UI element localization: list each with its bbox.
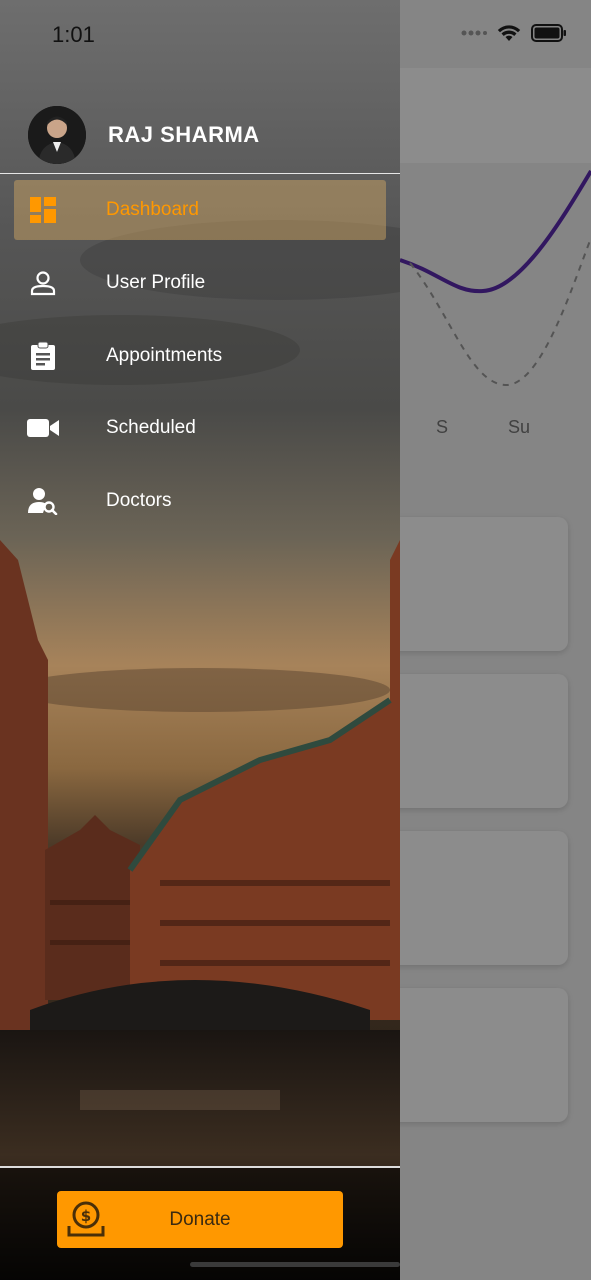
profile-name: RAJ SHARMA <box>108 122 260 147</box>
divider <box>0 173 400 174</box>
dashboard-icon <box>14 196 72 224</box>
status-icons <box>461 24 567 42</box>
menu-item-label: User Profile <box>106 272 206 293</box>
donate-label: Donate <box>169 1208 231 1230</box>
battery-icon <box>531 24 566 42</box>
menu-item-doctors[interactable]: Doctors <box>14 471 386 531</box>
user-search-icon <box>14 487 72 515</box>
menu-item-label: Scheduled <box>106 417 196 438</box>
menu-item-label: Appointments <box>106 345 223 366</box>
profile-header[interactable]: RAJ SHARMA <box>28 106 260 164</box>
video-camera-icon <box>14 417 72 439</box>
donate-button[interactable]: $ Donate <box>57 1191 343 1248</box>
menu-item-label: Doctors <box>106 490 172 511</box>
menu-item-label: Dashboard <box>106 199 199 220</box>
menu-item-scheduled[interactable]: Scheduled <box>14 398 386 458</box>
user-icon <box>14 270 72 296</box>
clipboard-icon <box>14 341 72 371</box>
avatar[interactable] <box>28 106 86 164</box>
home-indicator[interactable] <box>190 1262 400 1267</box>
wifi-icon <box>497 25 521 41</box>
menu-item-appointments[interactable]: Appointments <box>14 326 386 386</box>
avatar-person-icon <box>28 106 86 164</box>
status-time: 1:01 <box>52 22 95 47</box>
signal-icon <box>461 30 487 36</box>
menu-item-dashboard[interactable]: Dashboard <box>14 180 386 240</box>
navigation-drawer: 1:01 RAJ SHARMA Dashboard User Profile A… <box>0 0 400 1280</box>
menu-item-user-profile[interactable]: User Profile <box>14 253 386 313</box>
